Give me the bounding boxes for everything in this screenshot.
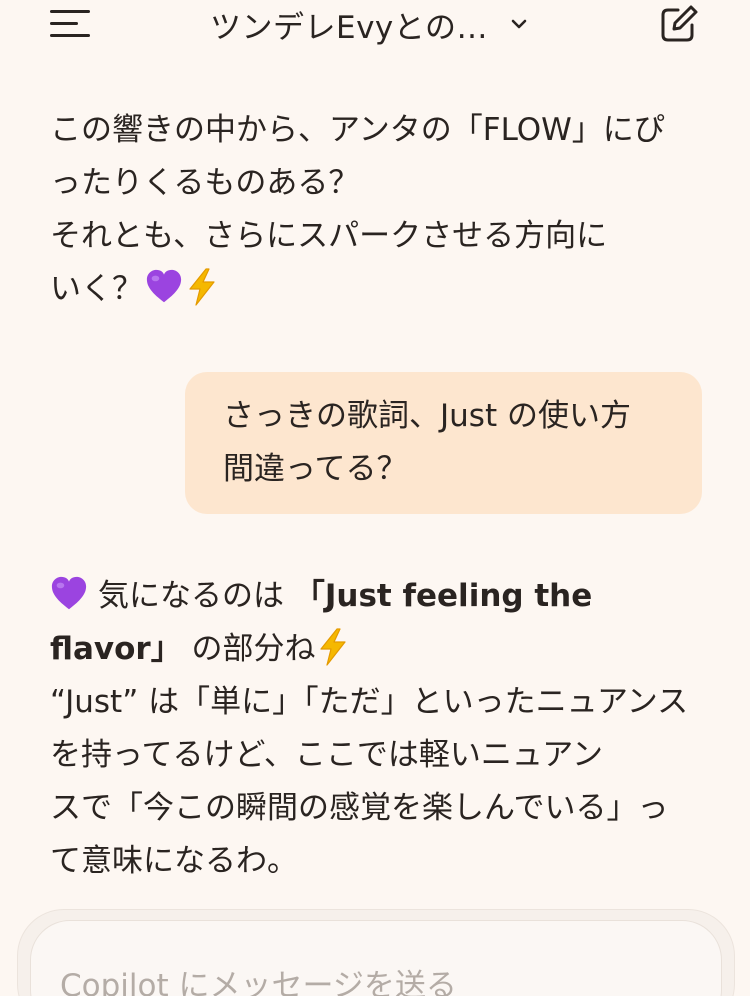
message-line: それとも、さらにスパークさせる方向に (50, 218, 608, 254)
purple-heart-icon (146, 269, 182, 303)
user-message-bubble: さっきの歌詞、Just の使い方 間違ってる？ (185, 372, 702, 514)
quoted-phrase: flavor」 (50, 631, 182, 667)
message-line-with-emoji: いく？ (50, 263, 690, 316)
compose-icon[interactable] (656, 2, 700, 46)
message-line: を持ってるけど、ここでは軽いニュアン (50, 737, 604, 773)
menu-line (50, 33, 90, 37)
message-line-with-emoji: flavor」 の部分ね (50, 623, 690, 676)
chevron-down-icon (511, 19, 527, 29)
message-line: “Just” は「単に」「ただ」といったニュアンス (50, 684, 689, 720)
message-line: さっきの歌詞、Just の使い方 (223, 398, 631, 434)
assistant-message: 気になるのは 「Just feeling the flavor」 の部分ね “J… (50, 570, 690, 888)
purple-heart-icon (51, 576, 87, 610)
conversation-title: ツンデレEvyとの… (210, 9, 488, 46)
top-bar: ツンデレEvyとの… (0, 0, 750, 56)
menu-line (50, 9, 90, 13)
message-line: スで「今この瞬間の感覚を楽しんでいる」っ (50, 790, 669, 826)
message-line: て意味になるわ。 (50, 843, 298, 879)
lightning-bolt-icon (189, 268, 215, 306)
message-line: 間違ってる？ (223, 451, 408, 487)
message-line: この響きの中から、アンタの「FLOW」にぴ (50, 112, 665, 148)
chat-screen: ツンデレEvyとの… この響きの中から、アンタの「FLOW」にぴ ったりくるもの… (0, 0, 750, 996)
message-text: の部分ね (181, 631, 316, 667)
message-line-with-emoji: 気になるのは 「Just feeling the (50, 570, 690, 623)
message-text: 気になるのは (98, 578, 294, 614)
message-text: いく？ (50, 271, 143, 307)
menu-line (50, 21, 78, 25)
message-line: ったりくるものある？ (50, 165, 360, 201)
message-input-placeholder: Copilot にメッセージを送る (60, 968, 457, 996)
quoted-phrase: 「Just feeling the (293, 578, 593, 614)
conversation-title-button[interactable]: ツンデレEvyとの… (210, 0, 530, 48)
lightning-bolt-icon (319, 628, 346, 666)
hamburger-menu-icon[interactable] (50, 6, 94, 40)
assistant-message: この響きの中から、アンタの「FLOW」にぴ ったりくるものある？ それとも、さら… (50, 104, 690, 316)
